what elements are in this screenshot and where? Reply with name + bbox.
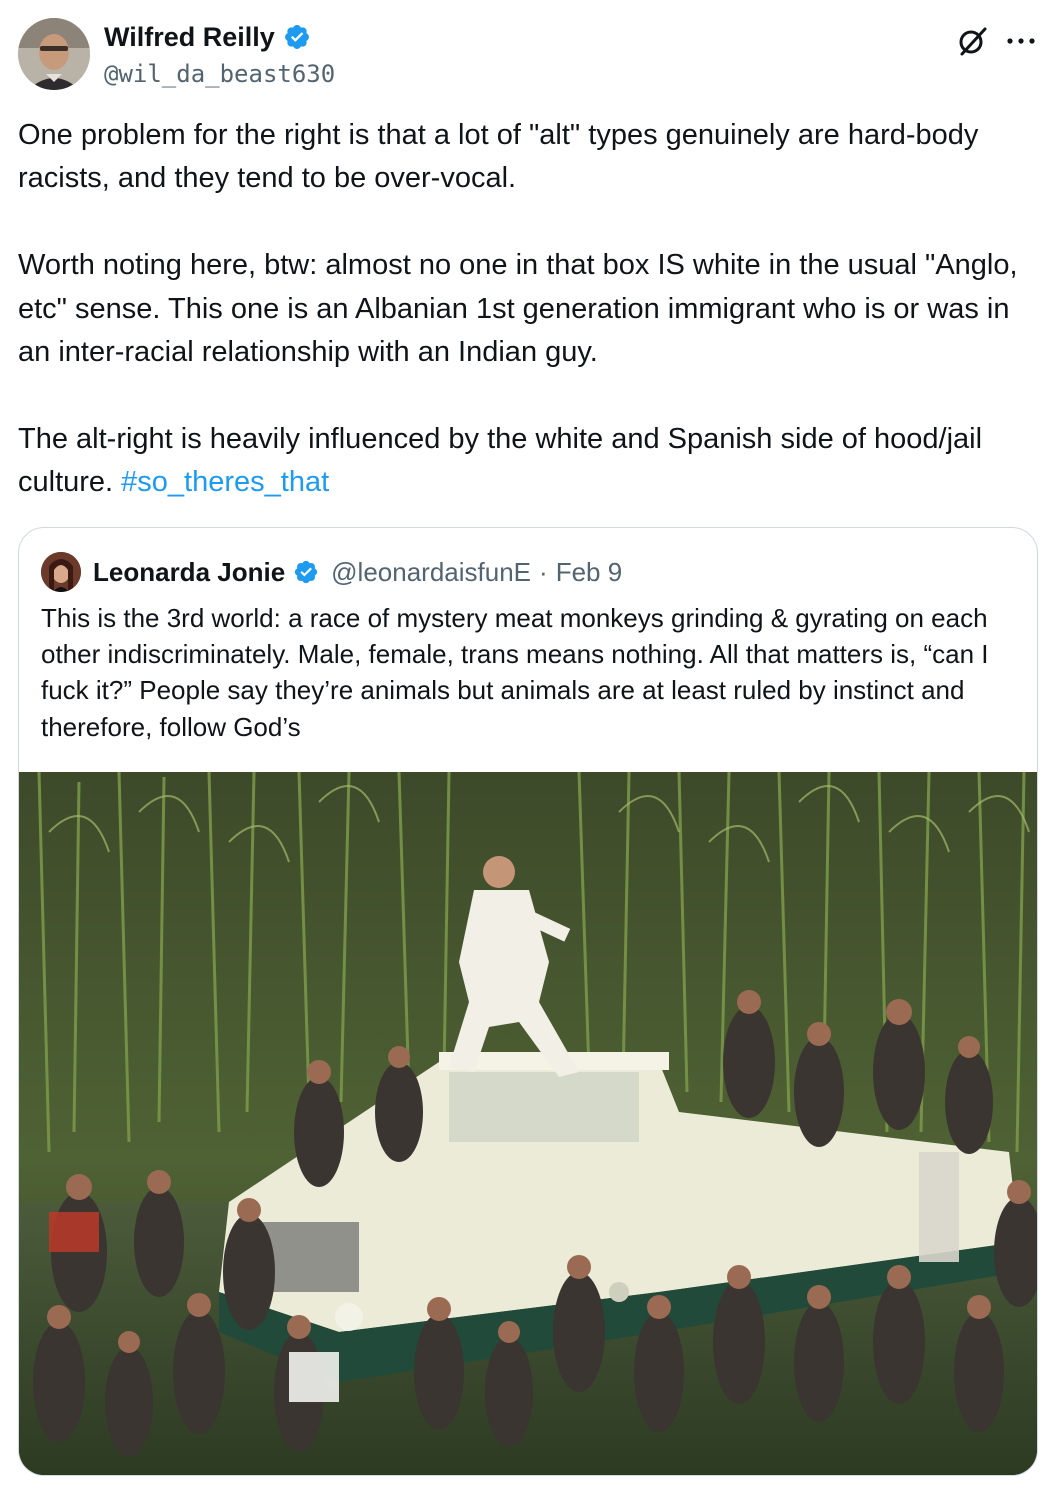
- author-handle[interactable]: @wil_da_beast630: [104, 58, 335, 90]
- author-name[interactable]: Wilfred Reilly: [104, 20, 275, 54]
- author-avatar[interactable]: [18, 18, 90, 90]
- more-icon[interactable]: [1004, 28, 1038, 54]
- quoted-author-avatar[interactable]: [41, 552, 81, 592]
- verified-badge-icon: [284, 25, 309, 49]
- performance-photo: [19, 772, 1037, 1475]
- author-name-row[interactable]: Wilfred Reilly: [104, 20, 311, 54]
- hashtag-link[interactable]: #so_theres_that: [121, 466, 329, 498]
- tweet-text: One problem for the right is that a lot …: [18, 114, 1038, 505]
- verified-badge-icon: [295, 560, 318, 584]
- quoted-tweet[interactable]: Leonarda Jonie @leonardaisfunE · Feb 9 T…: [18, 527, 1038, 1476]
- tweet-card: Wilfred Reilly @wil_da_beast630 One prob…: [0, 0, 1054, 1490]
- quoted-tweet-date[interactable]: Feb 9: [556, 557, 623, 588]
- quoted-tweet-header: Leonarda Jonie @leonardaisfunE · Feb 9: [41, 552, 622, 592]
- dot-separator: ·: [539, 556, 548, 587]
- quoted-author-handle[interactable]: @leonardaisfunE: [331, 557, 531, 588]
- quoted-author-name[interactable]: Leonarda Jonie: [93, 557, 285, 588]
- quoted-tweet-text: This is the 3rd world: a race of mystery…: [41, 603, 989, 742]
- tweet-paragraph-3: The alt-right is heavily influenced by t…: [18, 418, 1038, 505]
- tweet-paragraph-1: One problem for the right is that a lot …: [18, 119, 979, 195]
- tweet-paragraph-2: Worth noting here, btw: almost no one in…: [18, 249, 1018, 369]
- grok-icon[interactable]: [956, 24, 990, 58]
- quoted-tweet-media[interactable]: [19, 772, 1037, 1475]
